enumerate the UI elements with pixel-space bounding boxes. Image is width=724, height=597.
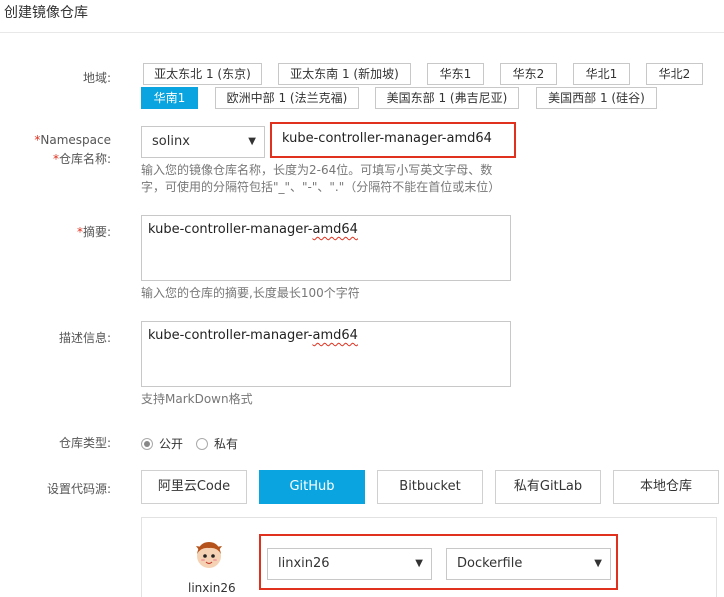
radio-public[interactable]: 公开 — [141, 435, 183, 452]
source-button-bitbucket[interactable]: Bitbucket — [377, 470, 483, 504]
region-button-singapore[interactable]: 亚太东南 1 (新加坡) — [278, 63, 411, 85]
source-button-github[interactable]: GitHub — [259, 470, 365, 504]
repo-type-label: 仓库类型: — [58, 436, 111, 450]
namespace-label: *Namespace — [34, 133, 111, 147]
summary-label: *摘要: — [76, 225, 111, 239]
namespace-select[interactable]: solinx ▼ — [141, 126, 265, 158]
repo-name-label: *仓库名称: — [52, 152, 111, 166]
region-button-virginia[interactable]: 美国东部 1 (弗吉尼亚) — [375, 87, 519, 109]
summary-hint: 输入您的仓库的摘要,长度最长100个字符 — [141, 286, 360, 300]
region-button-huadong1[interactable]: 华东1 — [427, 63, 484, 85]
source-button-aliyun-code[interactable]: 阿里云Code — [141, 470, 247, 504]
code-source-label: 设置代码源: — [46, 482, 111, 496]
github-repo-select[interactable]: Dockerfile ▼ — [446, 548, 611, 580]
description-label: 描述信息: — [58, 331, 111, 345]
region-button-huanan1[interactable]: 华南1 — [141, 87, 198, 109]
source-button-local-repo[interactable]: 本地仓库 — [613, 470, 719, 504]
region-label: 地域: — [82, 71, 111, 85]
summary-textarea[interactable]: kube-controller-manager-amd64 — [141, 215, 511, 281]
region-button-silicon-valley[interactable]: 美国西部 1 (硅谷) — [536, 87, 657, 109]
radio-unchecked-icon — [196, 437, 208, 450]
github-username: linxin26 — [188, 581, 236, 595]
description-textarea[interactable]: kube-controller-manager-amd64 — [141, 321, 511, 387]
source-button-private-gitlab[interactable]: 私有GitLab — [495, 470, 601, 504]
avatar — [196, 542, 222, 568]
region-button-tokyo[interactable]: 亚太东北 1 (东京) — [143, 63, 262, 85]
chevron-down-icon: ▼ — [248, 136, 256, 147]
radio-checked-icon — [141, 437, 153, 450]
description-hint: 支持MarkDown格式 — [141, 392, 253, 406]
page-title: 创建镜像仓库 — [4, 5, 88, 21]
chevron-down-icon: ▼ — [594, 558, 602, 569]
region-button-huabei1[interactable]: 华北1 — [573, 63, 630, 85]
header-divider — [0, 32, 724, 33]
region-button-huabei2[interactable]: 华北2 — [646, 63, 703, 85]
github-account-select[interactable]: linxin26 ▼ — [267, 548, 432, 580]
chevron-down-icon: ▼ — [415, 558, 423, 569]
region-button-huadong2[interactable]: 华东2 — [500, 63, 557, 85]
region-button-frankfurt[interactable]: 欧洲中部 1 (法兰克福) — [215, 87, 359, 109]
repo-name-hint: 输入您的镜像仓库名称，长度为2-64位。可填写小写英文字母、数 字，可使用的分隔… — [141, 163, 501, 194]
radio-private[interactable]: 私有 — [196, 435, 238, 452]
repo-name-input[interactable]: kube-controller-manager-amd64 — [272, 124, 514, 156]
